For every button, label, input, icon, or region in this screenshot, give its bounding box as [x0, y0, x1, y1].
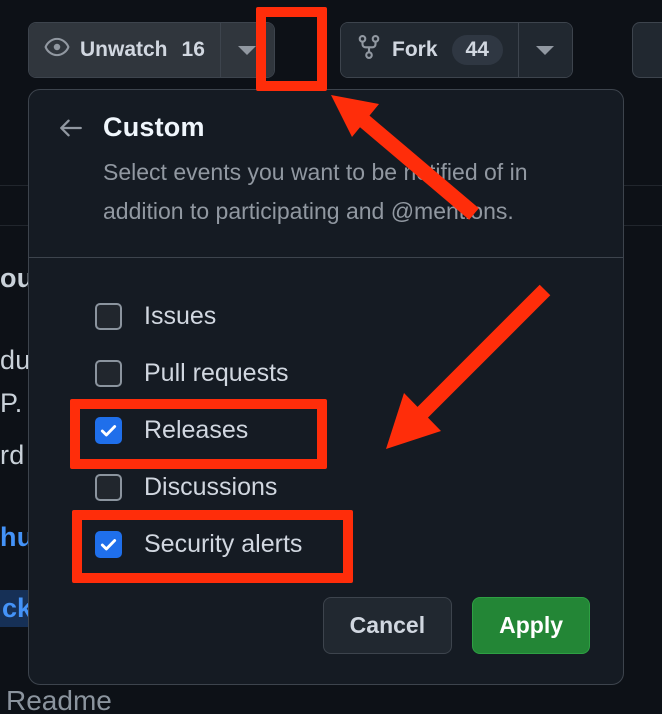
option-label: Issues [144, 302, 217, 330]
checkbox-unchecked-icon[interactable] [95, 474, 122, 501]
unwatch-button[interactable]: Unwatch 16 [29, 23, 220, 77]
fork-button-label: Fork [392, 38, 438, 61]
background-text-fragment: P. [0, 388, 23, 418]
popover-footer: Cancel Apply [29, 597, 623, 684]
arrow-left-icon[interactable] [57, 114, 85, 142]
checkbox-unchecked-icon[interactable] [95, 303, 122, 330]
background-text-fragment: rd [0, 440, 25, 470]
watch-button-group: Unwatch 16 [28, 22, 275, 78]
fork-icon [356, 34, 382, 66]
checkbox-checked-icon[interactable] [95, 417, 122, 444]
custom-notifications-popover: Custom Select events you want to be noti… [28, 89, 624, 685]
watch-dropdown-button[interactable] [219, 23, 274, 77]
option-label: Discussions [144, 473, 278, 501]
background-text-fragment: du [0, 345, 31, 375]
option-row-pull-requests[interactable]: Pull requests [29, 345, 623, 402]
option-row-discussions[interactable]: Discussions [29, 459, 623, 516]
cancel-button[interactable]: Cancel [322, 597, 453, 654]
checkbox-checked-icon[interactable] [95, 531, 122, 558]
chevron-down-icon [536, 45, 555, 55]
fork-button-group: Fork 44 [340, 22, 573, 78]
eye-icon [44, 34, 70, 66]
unwatch-button-label: Unwatch [80, 38, 168, 61]
watch-count: 16 [181, 38, 205, 61]
star-button-group-partial[interactable] [632, 22, 662, 78]
fork-button[interactable]: Fork 44 [341, 23, 518, 77]
popover-description: Select events you want to be notified of… [103, 159, 528, 224]
chevron-down-icon [238, 45, 257, 55]
fork-count: 44 [451, 35, 503, 65]
readme-section-label: Readme [6, 685, 112, 714]
option-label: Security alerts [144, 530, 303, 558]
apply-button[interactable]: Apply [472, 597, 590, 654]
option-row-issues[interactable]: Issues [29, 288, 623, 345]
screen-root: ou du P. rd hu ck Readme Unwatch 16 Fork… [0, 0, 662, 714]
option-label: Releases [144, 416, 249, 444]
option-row-security-alerts[interactable]: Security alerts [29, 516, 623, 573]
fork-dropdown-button[interactable] [517, 23, 572, 77]
option-label: Pull requests [144, 359, 289, 387]
checkbox-unchecked-icon[interactable] [95, 360, 122, 387]
page-title: Custom [103, 112, 205, 142]
option-row-releases[interactable]: Releases [29, 402, 623, 459]
popover-title-row: Custom [57, 112, 595, 143]
notification-options-list: Issues Pull requests Releases Discussion… [29, 258, 623, 573]
popover-header: Custom Select events you want to be noti… [29, 90, 623, 257]
